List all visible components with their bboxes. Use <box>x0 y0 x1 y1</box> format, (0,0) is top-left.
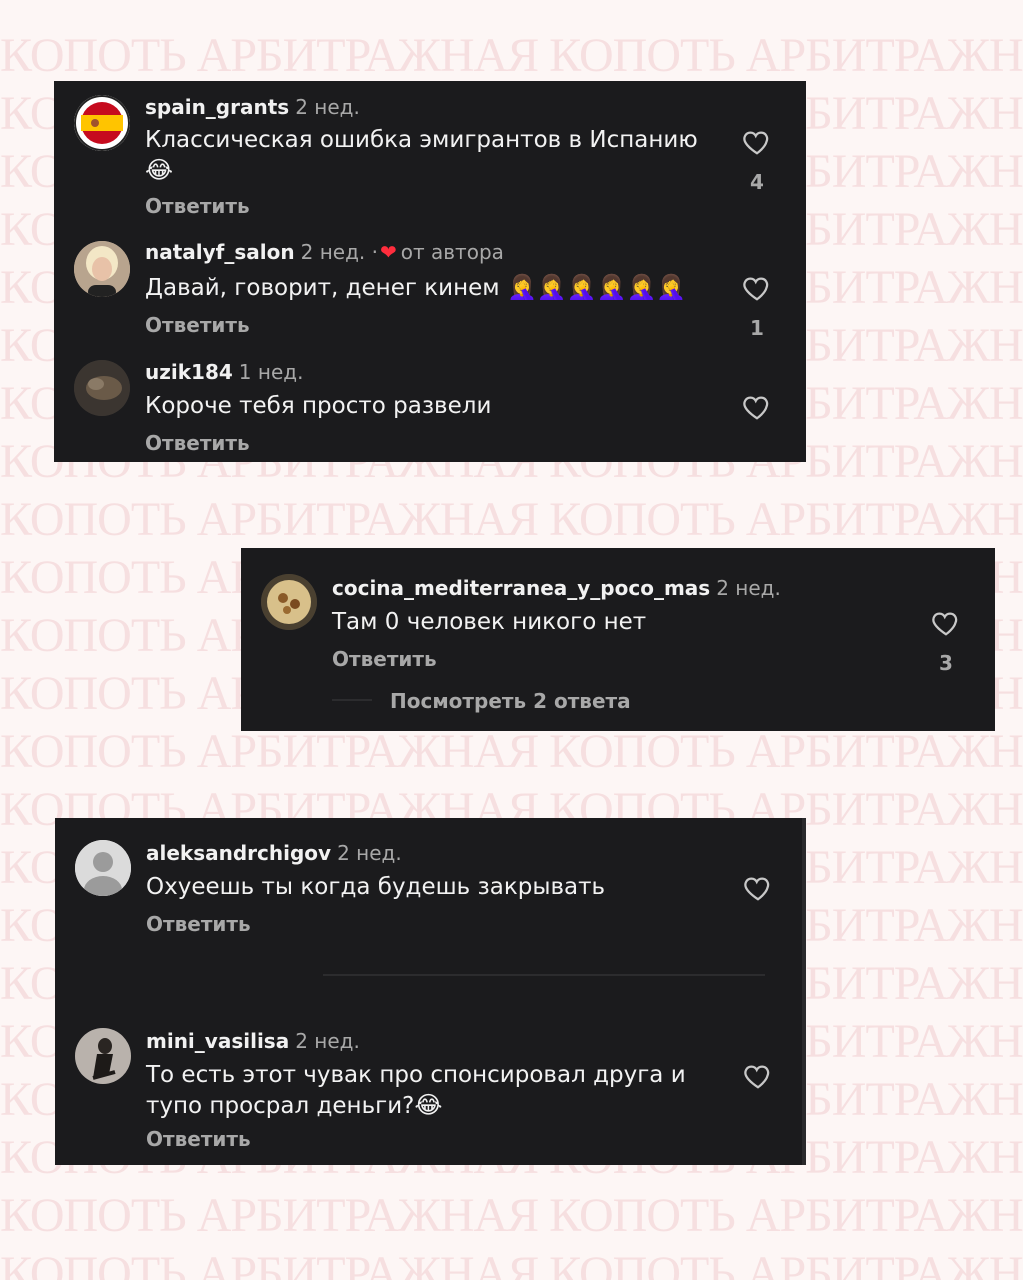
comment: spain_grants 2 нед. Классическая ошибка э… <box>54 81 806 221</box>
comment-time: 2 нед. <box>337 841 402 865</box>
watermark-row: КОПОТЬ АРБИТРАЖНАЯ КОПОТЬ АРБИТРАЖНАЯ <box>0 29 1023 82</box>
avatar[interactable] <box>75 840 131 896</box>
avatar[interactable] <box>261 574 317 630</box>
watermark-row: КОПОТЬ АРБИТРАЖНАЯ КОПОТЬ АРБИТРАЖНАЯ <box>0 493 1023 546</box>
view-replies-button[interactable]: Посмотреть 2 ответа <box>390 689 631 713</box>
author-like-label: от автора <box>400 240 504 264</box>
username[interactable]: spain_grants <box>145 95 289 119</box>
heart-icon[interactable] <box>742 127 772 157</box>
section-divider <box>323 974 765 976</box>
comments-panel: cocina_mediterranea_y_poco_mas 2 нед. Там… <box>241 548 995 731</box>
laughing-emoji-icon: 😂 <box>414 1091 443 1119</box>
comment-meta: spain_grants 2 нед. <box>145 95 360 119</box>
watermark-row: КОПОТЬ АРБИТРАЖНАЯ КОПОТЬ АРБИТРАЖНАЯ <box>0 1189 1023 1242</box>
like-count: 1 <box>750 316 764 340</box>
comment-meta: mini_vasilisa 2 нед. <box>146 1029 360 1053</box>
avatar[interactable] <box>74 95 130 151</box>
comment-meta: aleksandrchigov 2 нед. <box>146 841 402 865</box>
reply-button[interactable]: Ответить <box>145 194 250 218</box>
like-count: 3 <box>939 651 953 675</box>
comment: uzik184 1 нед. Короче тебя просто развели… <box>54 346 806 462</box>
comment-text-line: То есть этот чувак про спонсировал друга… <box>146 1062 686 1088</box>
reply-button[interactable]: Ответить <box>332 647 437 671</box>
reply-button[interactable]: Ответить <box>146 912 251 936</box>
reply-button[interactable]: Ответить <box>146 1127 251 1151</box>
username[interactable]: mini_vasilisa <box>146 1029 289 1053</box>
meta-separator: · <box>371 240 378 264</box>
reply-button[interactable]: Ответить <box>145 313 250 337</box>
comment-meta: cocina_mediterranea_y_poco_mas 2 нед. <box>332 576 781 600</box>
like-count: 4 <box>750 170 764 194</box>
username[interactable]: uzik184 <box>145 360 233 384</box>
reply-button[interactable]: Ответить <box>145 431 250 455</box>
comment-text: Охуеешь ты когда будешь закрывать <box>146 874 606 900</box>
comment-meta: natalyf_salon 2 нед. · ❤ от автора <box>145 240 504 264</box>
default-user-avatar-icon <box>75 840 131 896</box>
comment-text: Там 0 человек никого нет <box>332 609 647 635</box>
heart-icon[interactable] <box>743 1061 773 1091</box>
comment-meta: uzik184 1 нед. <box>145 360 303 384</box>
laughing-emoji-icon: 😂 <box>145 156 174 184</box>
comment-text: Короче тебя просто развели <box>145 393 492 419</box>
username[interactable]: aleksandrchigov <box>146 841 331 865</box>
comment-time: 2 нед. <box>300 240 366 264</box>
comment-time: 2 нед. <box>295 95 360 119</box>
comments-panel: spain_grants 2 нед. Классическая ошибка э… <box>54 81 806 462</box>
comments-panel: aleksandrchigov 2 нед. Охуеешь ты когда б… <box>55 818 806 1165</box>
comment-text-line: тупо просрал деньги? <box>146 1093 415 1119</box>
comment: natalyf_salon 2 нед. · ❤ от автора Давай, г… <box>54 228 806 348</box>
comment-time: 2 нед. <box>295 1029 360 1053</box>
dark-photo-avatar-icon <box>74 360 130 416</box>
comment: mini_vasilisa 2 нед. То есть этот чувак п… <box>55 1013 806 1165</box>
heart-icon[interactable] <box>931 608 961 638</box>
spain-flag-avatar-icon <box>74 95 130 151</box>
comment-text: Классическая ошибка эмигрантов в Испанию… <box>145 125 705 186</box>
watermark-row: КОПОТЬ АРБИТРАЖНАЯ КОПОТЬ АРБИТРАЖНАЯ <box>0 1247 1023 1280</box>
food-dish-avatar-icon <box>261 574 317 630</box>
heart-icon[interactable] <box>742 273 772 303</box>
username[interactable]: natalyf_salon <box>145 240 295 264</box>
avatar[interactable] <box>75 1028 131 1084</box>
comment-text: Давай, говорит, денег кинем 🤦‍♀️🤦‍♀️🤦‍♀️… <box>145 272 765 303</box>
comment-time: 1 нед. <box>238 360 304 384</box>
avatar[interactable] <box>74 360 130 416</box>
comment: cocina_mediterranea_y_poco_mas 2 нед. Там… <box>241 548 995 731</box>
avatar[interactable] <box>74 241 130 297</box>
facepalm-emoji-icon: 🤦‍♀️🤦‍♀️🤦‍♀️🤦‍♀️🤦‍♀️🤦‍♀️ <box>506 273 687 301</box>
username[interactable]: cocina_mediterranea_y_poco_mas <box>332 576 710 600</box>
comment-time: 2 нед. <box>716 576 781 600</box>
watermark-row: КОПОТЬ АРБИТРАЖНАЯ КОПОТЬ АРБИТРАЖНАЯ <box>0 725 1023 778</box>
comment-text-body: Классическая ошибка эмигрантов в Испанию <box>145 127 698 153</box>
comment-text: То есть этот чувак про спонсировал друга… <box>146 1060 726 1121</box>
blonde-woman-avatar-icon <box>74 241 130 297</box>
heart-icon[interactable] <box>743 873 773 903</box>
comment: aleksandrchigov 2 нед. Охуеешь ты когда б… <box>55 818 806 948</box>
heart-icon[interactable] <box>742 392 772 422</box>
author-heart-icon: ❤ <box>380 240 397 264</box>
woman-photo-avatar-icon <box>75 1028 131 1084</box>
view-replies-line <box>332 699 372 701</box>
comment-text-body: Давай, говорит, денег кинем <box>145 275 500 301</box>
